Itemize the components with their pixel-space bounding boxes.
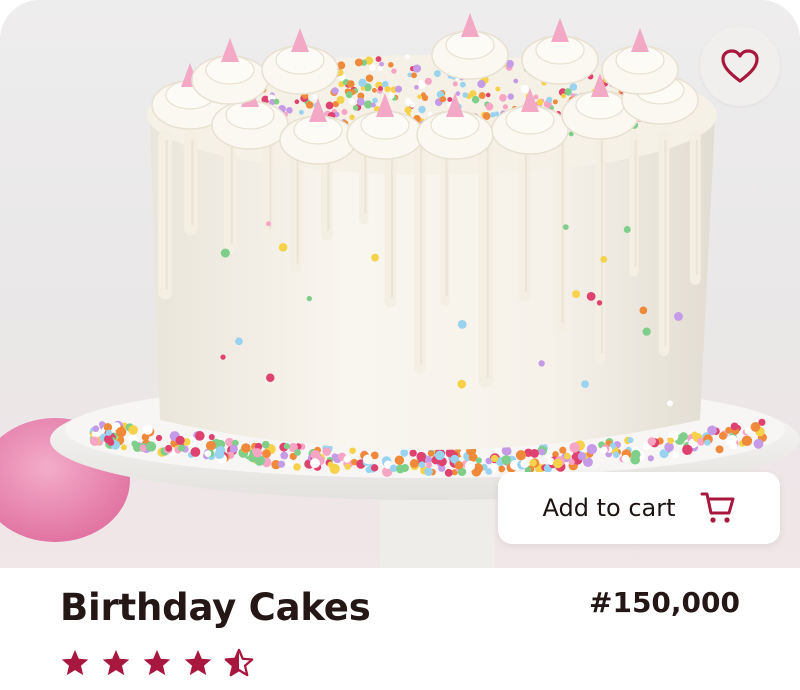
product-image[interactable]: Add to cart xyxy=(0,0,800,568)
star-full-icon xyxy=(184,649,212,676)
star-full-icon xyxy=(61,649,89,676)
rating-stars xyxy=(60,648,254,678)
star-full-icon xyxy=(143,649,171,676)
star-half-icon xyxy=(224,648,254,677)
product-title: Birthday Cakes xyxy=(60,586,371,629)
star-full-icon xyxy=(102,649,130,676)
heart-icon xyxy=(721,49,759,83)
add-to-cart-label: Add to cart xyxy=(542,494,676,522)
shopping-cart-icon xyxy=(700,492,734,523)
product-card[interactable]: Add to cart Birthday Cakes #150,000 xyxy=(0,0,800,690)
product-price: #150,000 xyxy=(589,586,740,619)
favorite-button[interactable] xyxy=(700,26,780,106)
add-to-cart-button[interactable]: Add to cart xyxy=(498,472,780,544)
